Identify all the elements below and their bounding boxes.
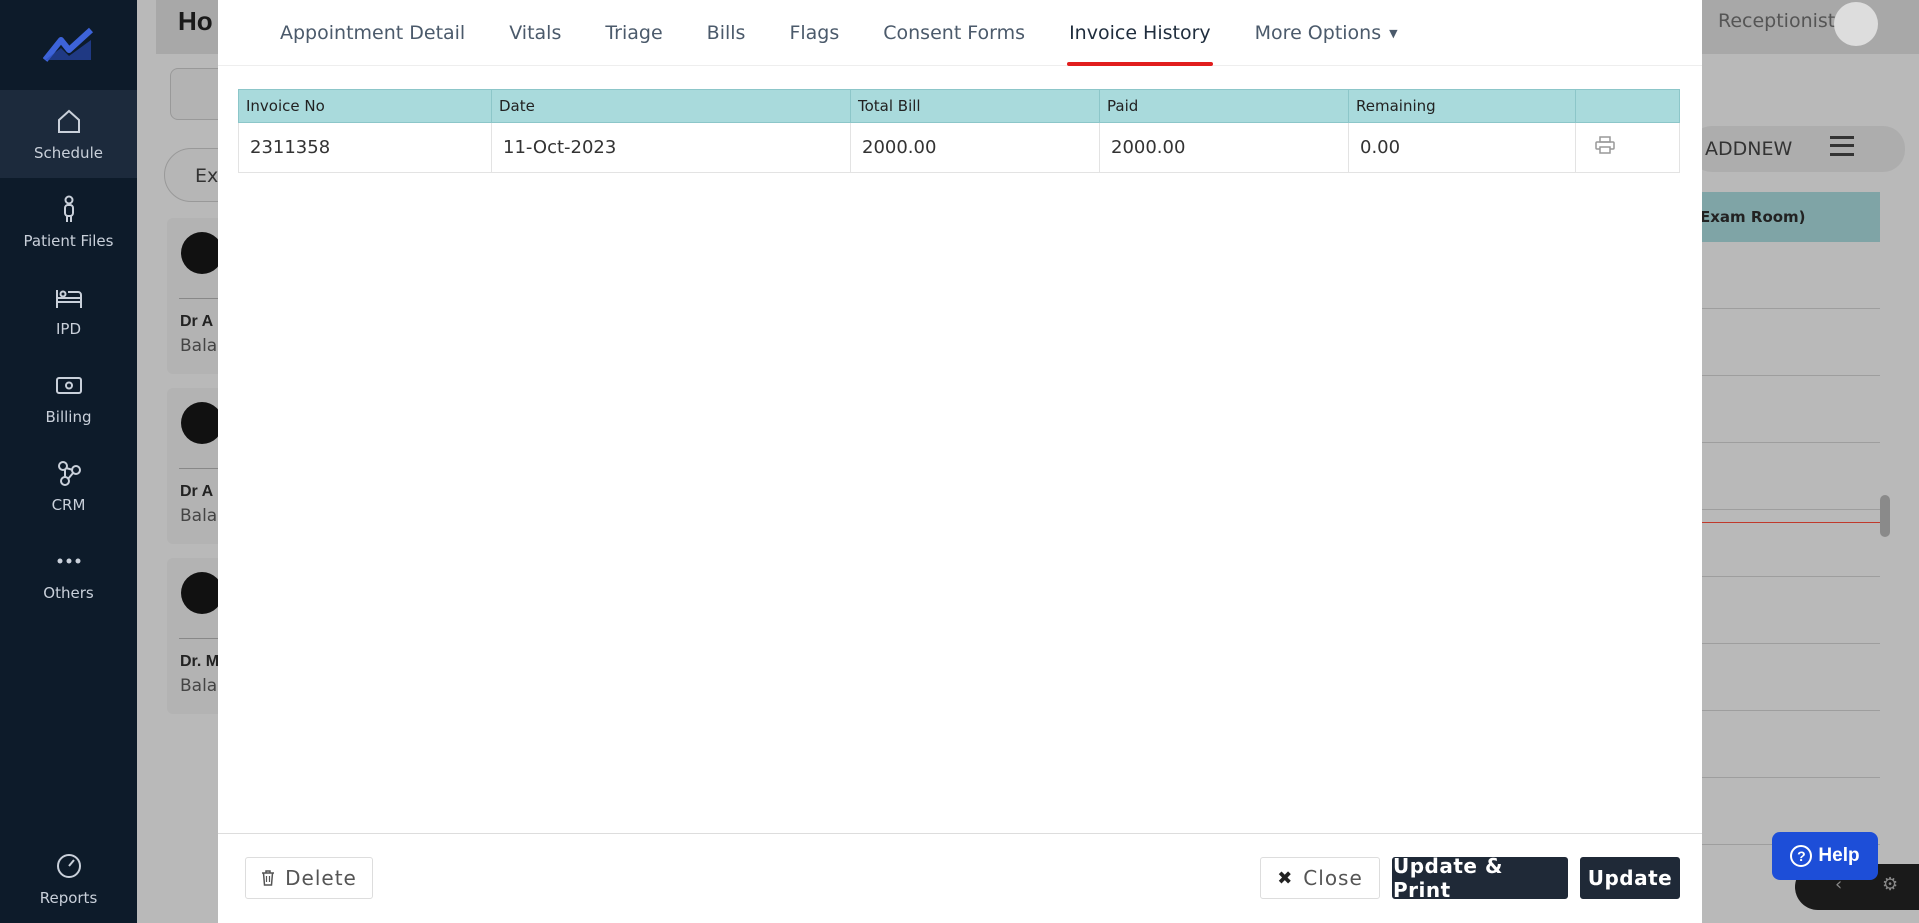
column-header: Remaining (1348, 89, 1576, 123)
column-header (1575, 89, 1680, 123)
doctor-sub: Bala (180, 506, 218, 526)
schedule-row (1700, 376, 1880, 443)
user-role[interactable]: Receptionist (1718, 10, 1835, 32)
sidebar-item-label: CRM (51, 496, 86, 514)
addnew-button[interactable]: ADDNEW (1690, 126, 1905, 172)
doctor-sub: Bala (180, 336, 218, 356)
sidebar: Schedule Patient Files IPD Billing CRM O… (0, 0, 137, 923)
tab-more-options[interactable]: More Options ▼ (1233, 0, 1420, 66)
close-label: Close (1303, 866, 1363, 890)
column-header: Date (491, 89, 851, 123)
bed-icon (55, 290, 82, 308)
delete-label: Delete (285, 866, 357, 890)
sidebar-item-label: Schedule (34, 144, 103, 162)
schedule-row (1700, 242, 1880, 309)
schedule-rows (1700, 242, 1880, 923)
column-header: Paid (1099, 89, 1349, 123)
appointment-modal: Appointment Detail Vitals Triage Bills F… (218, 0, 1702, 923)
sidebar-item-reports[interactable]: Reports (0, 835, 137, 923)
current-time-line (1700, 522, 1880, 523)
sidebar-item-label: Reports (39, 889, 98, 907)
invoice-table: Invoice No Date Total Bill Paid Remainin… (238, 89, 1680, 173)
gauge-icon (56, 854, 81, 878)
tab-triage[interactable]: Triage (583, 0, 684, 66)
sidebar-item-label: Others (43, 584, 94, 602)
tab-consent-forms[interactable]: Consent Forms (861, 0, 1047, 66)
schedule-row (1700, 577, 1880, 644)
room-column-header: Exam Room) (1700, 192, 1880, 242)
sidebar-item-others[interactable]: Others (0, 530, 137, 618)
modal-footer: Delete ✖ Close Update & Print Update (218, 833, 1702, 923)
tab-bills[interactable]: Bills (685, 0, 768, 66)
sidebar-item-patient-files[interactable]: Patient Files (0, 178, 137, 266)
sidebar-item-ipd[interactable]: IPD (0, 266, 137, 354)
sidebar-item-label: IPD (55, 320, 82, 338)
sidebar-item-schedule[interactable]: Schedule (0, 90, 137, 178)
caret-down-icon: ▼ (1389, 26, 1398, 40)
print-cell (1575, 122, 1680, 173)
doctor-name: Dr A (180, 313, 214, 330)
avatar (181, 232, 223, 274)
paid-cell: 2000.00 (1099, 122, 1349, 173)
schedule-row (1700, 443, 1880, 510)
print-icon[interactable] (1595, 136, 1615, 154)
person-icon (63, 195, 74, 222)
doctor-name: Dr A (180, 483, 214, 500)
crm-icon (57, 461, 81, 486)
tab-invoice-history[interactable]: Invoice History (1047, 0, 1233, 66)
sidebar-item-crm[interactable]: CRM (0, 442, 137, 530)
page-title: Ho (178, 6, 213, 36)
avatar[interactable] (1834, 2, 1878, 46)
avatar (181, 402, 223, 444)
table-header-row: Invoice No Date Total Bill Paid Remainin… (238, 89, 1680, 123)
column-header: Invoice No (238, 89, 492, 123)
delete-button[interactable]: Delete (245, 857, 373, 899)
hamburger-menu-icon[interactable] (1830, 136, 1854, 156)
tab-label: More Options (1254, 22, 1382, 44)
more-icon (57, 558, 80, 564)
table-row: 2311358 11-Oct-2023 2000.00 2000.00 0.00 (238, 122, 1680, 173)
avatar (181, 572, 223, 614)
help-label: Help (1818, 845, 1860, 866)
app-logo[interactable] (0, 0, 137, 90)
schedule-row (1700, 711, 1880, 778)
date-cell: 11-Oct-2023 (491, 122, 851, 173)
schedule-row (1700, 644, 1880, 711)
scrollbar[interactable] (1880, 495, 1890, 537)
schedule-row (1700, 309, 1880, 376)
gear-icon[interactable]: ⚙ (1882, 874, 1898, 895)
help-button[interactable]: ? Help (1772, 832, 1878, 880)
total-bill-cell: 2000.00 (850, 122, 1100, 173)
update-print-button[interactable]: Update & Print (1392, 854, 1568, 902)
logo-icon (42, 27, 93, 62)
close-icon: ✖ (1277, 867, 1294, 889)
home-icon (57, 109, 80, 133)
close-button[interactable]: ✖ Close (1260, 857, 1380, 899)
update-button[interactable]: Update (1580, 857, 1680, 899)
doctor-sub: Bala (180, 676, 218, 696)
sidebar-item-label: Patient Files (23, 232, 114, 250)
schedule-row (1700, 510, 1880, 577)
sidebar-item-billing[interactable]: Billing (0, 354, 137, 442)
cash-icon (55, 377, 82, 394)
doctor-name: Dr. M (180, 653, 220, 670)
sidebar-item-label: Billing (45, 408, 92, 426)
tab-appointment-detail[interactable]: Appointment Detail (258, 0, 487, 66)
trash-icon (262, 870, 275, 886)
tab-flags[interactable]: Flags (767, 0, 861, 66)
invoice-no-cell: 2311358 (238, 122, 492, 173)
tab-vitals[interactable]: Vitals (487, 0, 583, 66)
question-icon: ? (1790, 845, 1813, 867)
remaining-cell: 0.00 (1348, 122, 1576, 173)
modal-tabs: Appointment Detail Vitals Triage Bills F… (218, 0, 1702, 66)
column-header: Total Bill (850, 89, 1100, 123)
